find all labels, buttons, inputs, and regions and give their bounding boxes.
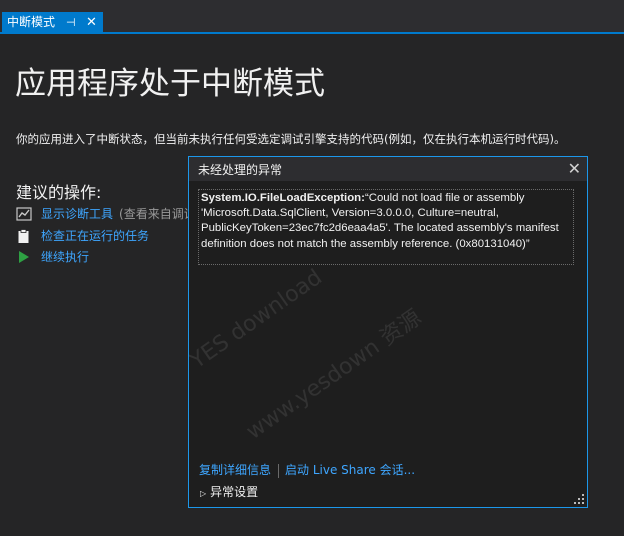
unhandled-exception-popup: YES download www.yesdown 资源 未经处理的异常 ✕ Sy… <box>188 156 588 508</box>
pin-icon[interactable]: ⊣ <box>66 12 76 33</box>
tab-underline <box>0 32 624 34</box>
copy-details-link[interactable]: 复制详细信息 <box>199 463 271 477</box>
action-note: (查看来自调试 <box>119 207 188 221</box>
break-mode-description: 你的应用进入了中断状态，但当前未执行任何受选定调试引擎支持的代码(例如，仅在执行… <box>16 132 566 146</box>
tab-break-mode[interactable]: 中断模式 ⊣ ✕ <box>2 12 103 33</box>
link-separator <box>278 463 280 478</box>
action-label[interactable]: 继续执行 <box>41 248 89 266</box>
exception-settings-expander[interactable]: ▷ 异常设置 <box>200 483 258 500</box>
play-icon <box>19 251 29 263</box>
action-show-diagnostic-tools[interactable]: 显示诊断工具 (查看来自调试 <box>16 205 188 223</box>
popup-title: 未经处理的异常 <box>198 163 283 177</box>
action-label[interactable]: 检查正在运行的任务 <box>41 227 149 245</box>
action-label[interactable]: 显示诊断工具 <box>41 207 113 221</box>
start-live-share-link[interactable]: 启动 Live Share 会话... <box>285 463 415 477</box>
suggested-actions-heading: 建议的操作: <box>16 183 102 202</box>
task-clipboard-icon <box>18 229 29 243</box>
popup-links: 复制详细信息 启动 Live Share 会话... <box>199 461 415 478</box>
tab-label: 中断模式 <box>7 15 56 29</box>
document-tab-strip: 中断模式 ⊣ ✕ <box>0 0 624 34</box>
exception-message-box[interactable]: System.IO.FileLoadException:“Could not l… <box>198 189 574 265</box>
page-title: 应用程序处于中断模式 <box>15 66 325 102</box>
diagnostics-chart-icon <box>16 207 32 221</box>
expand-triangle-icon: ▷ <box>200 489 207 498</box>
resize-grip-icon[interactable] <box>574 494 584 504</box>
exception-settings-label: 异常设置 <box>210 485 259 499</box>
exception-type: System.IO.FileLoadException: <box>201 192 365 204</box>
watermark-text: YES download <box>189 264 327 375</box>
close-icon[interactable]: ✕ <box>86 12 97 33</box>
popup-header: 未经处理的异常 ✕ <box>189 157 587 181</box>
close-icon[interactable]: ✕ <box>568 159 581 178</box>
watermark-text: www.yesdown 资源 <box>242 305 427 445</box>
